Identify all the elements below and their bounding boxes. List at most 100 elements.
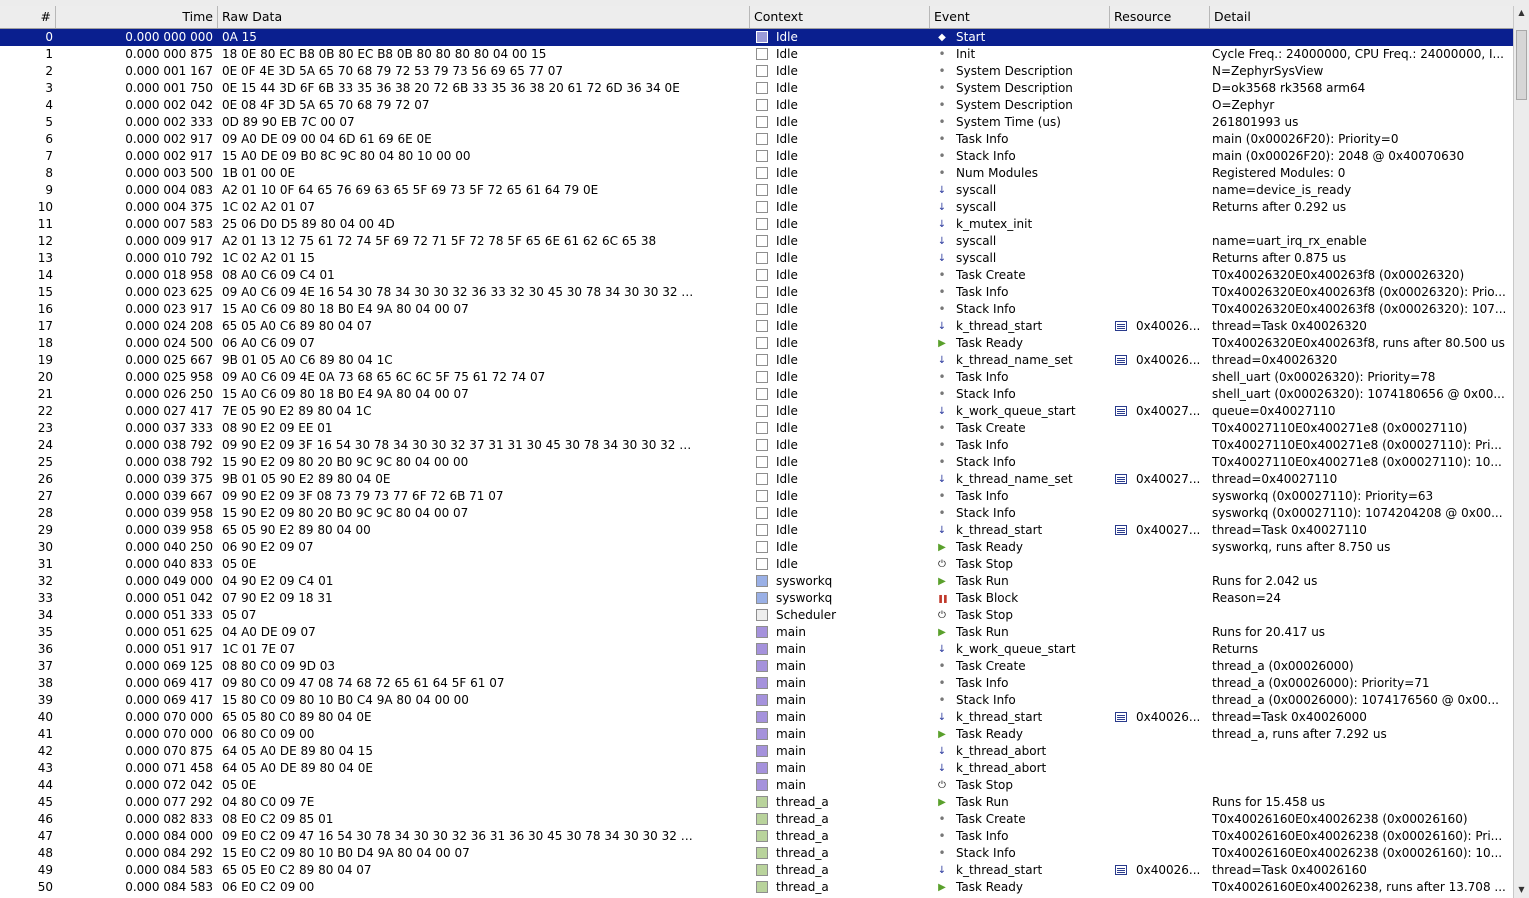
row-number: 22	[37, 404, 53, 418]
row-resource	[1112, 267, 1210, 284]
table-row[interactable]: 46 0.000 082 833 08 E0 C2 09 85 01 thread_a…	[0, 811, 1513, 828]
scroll-down-icon[interactable]: ▼	[1515, 883, 1528, 897]
row-context: Idle	[752, 301, 930, 318]
table-row[interactable]: 21 0.000 026 250 15 A0 C6 09 80 18 B0 E4 9…	[0, 386, 1513, 403]
column-header-context[interactable]: Context	[750, 6, 930, 28]
row-raw-data: 18 0E 80 EC B8 0B 80 EC B8 0B 80 80 80 8…	[222, 47, 547, 61]
row-event: ↓ syscall	[932, 182, 1112, 199]
table-row[interactable]: 6 0.000 002 917 09 A0 DE 09 00 04 6D 61 69…	[0, 131, 1513, 148]
table-row[interactable]: 17 0.000 024 208 65 05 A0 C6 89 80 04 07 Id…	[0, 318, 1513, 335]
row-number: 13	[37, 251, 53, 265]
table-row[interactable]: 14 0.000 018 958 08 A0 C6 09 C4 01 Idle • Tas…	[0, 267, 1513, 284]
table-row[interactable]: 30 0.000 040 250 06 90 E2 09 07 Idle ▶ Task R…	[0, 539, 1513, 556]
table-row[interactable]: 19 0.000 025 667 9B 01 05 A0 C6 89 80 04 1…	[0, 352, 1513, 369]
row-detail: T0x40026160E0x40026238 (0x00026160): 10.…	[1212, 846, 1503, 860]
row-raw-data: 1B 01 00 0E	[222, 166, 296, 180]
row-detail: Registered Modules: 0	[1212, 166, 1346, 180]
table-row[interactable]: 43 0.000 071 458 64 05 A0 DE 89 80 04 0E ma…	[0, 760, 1513, 777]
row-raw-data: 15 A0 DE 09 B0 8C 9C 80 04 80 10 00 00	[222, 149, 471, 163]
table-row[interactable]: 11 0.000 007 583 25 06 D0 D5 89 80 04 00 4…	[0, 216, 1513, 233]
event-label: System Description	[956, 98, 1073, 112]
context-label: Idle	[776, 183, 798, 197]
table-row[interactable]: 36 0.000 051 917 1C 01 7E 07 main ↓ k_work_qu…	[0, 641, 1513, 658]
table-row[interactable]: 22 0.000 027 417 7E 05 90 E2 89 80 04 1C Id…	[0, 403, 1513, 420]
scrollbar-thumb[interactable]	[1516, 30, 1527, 100]
table-row[interactable]: 16 0.000 023 917 15 A0 C6 09 80 18 B0 E4 9…	[0, 301, 1513, 318]
row-context: Idle	[752, 250, 930, 267]
table-row[interactable]: 40 0.000 070 000 65 05 80 C0 89 80 04 0E ma…	[0, 709, 1513, 726]
table-row[interactable]: 32 0.000 049 000 04 90 E2 09 C4 01 sysworkq…	[0, 573, 1513, 590]
row-number: 2	[45, 64, 53, 78]
row-time: 0.000 070 875	[125, 744, 213, 758]
table-row[interactable]: 15 0.000 023 625 09 A0 C6 09 4E 16 54 30 7…	[0, 284, 1513, 301]
context-color-swatch	[756, 779, 768, 791]
row-raw-data: 65 05 90 E2 89 80 04 00	[222, 523, 371, 537]
resource-label: 0x40027...	[1136, 404, 1201, 418]
table-row[interactable]: 2 0.000 001 167 0E 0F 4E 3D 5A 65 70 68 79…	[0, 63, 1513, 80]
table-row[interactable]: 18 0.000 024 500 06 A0 C6 09 07 Idle ▶ Task R…	[0, 335, 1513, 352]
column-header-number[interactable]: #	[0, 6, 56, 28]
table-row[interactable]: 8 0.000 003 500 1B 01 00 0E Idle • Num Module…	[0, 165, 1513, 182]
row-raw-data: 1C 02 A2 01 15	[222, 251, 315, 265]
table-row[interactable]: 34 0.000 051 333 05 07 Scheduler ⏻ Task Stop	[0, 607, 1513, 624]
table-row[interactable]: 29 0.000 039 958 65 05 90 E2 89 80 04 00 Id…	[0, 522, 1513, 539]
table-row[interactable]: 26 0.000 039 375 9B 01 05 90 E2 89 80 04 0…	[0, 471, 1513, 488]
table-row[interactable]: 33 0.000 051 042 07 90 E2 09 18 31 sysworkq…	[0, 590, 1513, 607]
row-context: Idle	[752, 80, 930, 97]
table-row[interactable]: 31 0.000 040 833 05 0E Idle ⏻ Task Stop	[0, 556, 1513, 573]
table-row[interactable]: 47 0.000 084 000 09 E0 C2 09 47 16 54 30 7…	[0, 828, 1513, 845]
table-row[interactable]: 4 0.000 002 042 0E 08 4F 3D 5A 65 70 68 79…	[0, 97, 1513, 114]
context-label: Idle	[776, 234, 798, 248]
row-number: 16	[37, 302, 53, 316]
row-time: 0.000 037 333	[125, 421, 213, 435]
table-row[interactable]: 9 0.000 004 083 A2 01 10 0F 64 65 76 69 63…	[0, 182, 1513, 199]
table-row[interactable]: 10 0.000 004 375 1C 02 A2 01 07 Idle ↓ syscal…	[0, 199, 1513, 216]
row-resource	[1112, 828, 1210, 845]
context-color-swatch	[756, 830, 768, 842]
table-row[interactable]: 37 0.000 069 125 08 80 C0 09 9D 03 main • Tas…	[0, 658, 1513, 675]
table-row[interactable]: 20 0.000 025 958 09 A0 C6 09 4E 0A 73 68 6…	[0, 369, 1513, 386]
table-row[interactable]: 50 0.000 084 583 06 E0 C2 09 00 thread_a ▶ Ta…	[0, 879, 1513, 896]
column-header-detail[interactable]: Detail	[1210, 6, 1513, 28]
column-header-raw-data[interactable]: Raw Data	[218, 6, 750, 28]
table-row[interactable]: 23 0.000 037 333 08 90 E2 09 EE 01 Idle • Tas…	[0, 420, 1513, 437]
table-row[interactable]: 7 0.000 002 917 15 A0 DE 09 B0 8C 9C 80 04…	[0, 148, 1513, 165]
row-context: Idle	[752, 522, 930, 539]
column-header-time[interactable]: Time	[56, 6, 218, 28]
table-row[interactable]: 38 0.000 069 417 09 80 C0 09 47 08 74 68 7…	[0, 675, 1513, 692]
table-row[interactable]: 5 0.000 002 333 0D 89 90 EB 7C 00 07 Idle • S…	[0, 114, 1513, 131]
table-row[interactable]: 3 0.000 001 750 0E 15 44 3D 6F 6B 33 35 36…	[0, 80, 1513, 97]
context-label: Idle	[776, 166, 798, 180]
table-row[interactable]: 39 0.000 069 417 15 80 C0 09 80 10 B0 C4 9…	[0, 692, 1513, 709]
context-label: Idle	[776, 200, 798, 214]
table-row[interactable]: 41 0.000 070 000 06 80 C0 09 00 main ▶ Task R…	[0, 726, 1513, 743]
table-row[interactable]: 42 0.000 070 875 64 05 A0 DE 89 80 04 15 ma…	[0, 743, 1513, 760]
table-row[interactable]: 48 0.000 084 292 15 E0 C2 09 80 10 B0 D4 9…	[0, 845, 1513, 862]
scroll-up-icon[interactable]: ▲	[1515, 6, 1528, 20]
vertical-scrollbar[interactable]: ▲ ▼	[1513, 6, 1529, 898]
row-time: 0.000 051 625	[125, 625, 213, 639]
row-event: • Stack Info	[932, 505, 1112, 522]
table-row[interactable]: 13 0.000 010 792 1C 02 A2 01 15 Idle ↓ syscal…	[0, 250, 1513, 267]
context-color-swatch	[756, 660, 768, 672]
table-row[interactable]: 25 0.000 038 792 15 90 E2 09 80 20 B0 9C 9…	[0, 454, 1513, 471]
column-header-event[interactable]: Event	[930, 6, 1110, 28]
table-row[interactable]: 44 0.000 072 042 05 0E main ⏻ Task Stop	[0, 777, 1513, 794]
row-resource	[1112, 250, 1210, 267]
table-row[interactable]: 12 0.000 009 917 A2 01 13 12 75 61 72 74 5…	[0, 233, 1513, 250]
table-row[interactable]: 1 0.000 000 875 18 0E 80 EC B8 0B 80 EC B8…	[0, 46, 1513, 63]
table-row[interactable]: 45 0.000 077 292 04 80 C0 09 7E thread_a ▶ Ta…	[0, 794, 1513, 811]
table-row[interactable]: 28 0.000 039 958 15 90 E2 09 80 20 B0 9C 9…	[0, 505, 1513, 522]
table-row[interactable]: 27 0.000 039 667 09 90 E2 09 3F 08 73 79 7…	[0, 488, 1513, 505]
table-row[interactable]: 24 0.000 038 792 09 90 E2 09 3F 16 54 30 7…	[0, 437, 1513, 454]
column-header-resource[interactable]: Resource	[1110, 6, 1210, 28]
resource-label: 0x40026...	[1136, 710, 1201, 724]
table-row[interactable]: 0 0.000 000 000 0A 15 Idle ◆ Start	[0, 29, 1513, 46]
row-resource	[1112, 284, 1210, 301]
table-row[interactable]: 35 0.000 051 625 04 A0 DE 09 07 main ▶ Task R…	[0, 624, 1513, 641]
row-time: 0.000 040 833	[125, 557, 213, 571]
row-event: ↓ k_thread_name_set	[932, 352, 1112, 369]
row-event: ▶ Task Run	[932, 624, 1112, 641]
table-row[interactable]: 49 0.000 084 583 65 05 E0 C2 89 80 04 07 th…	[0, 862, 1513, 879]
context-color-swatch	[756, 354, 768, 366]
